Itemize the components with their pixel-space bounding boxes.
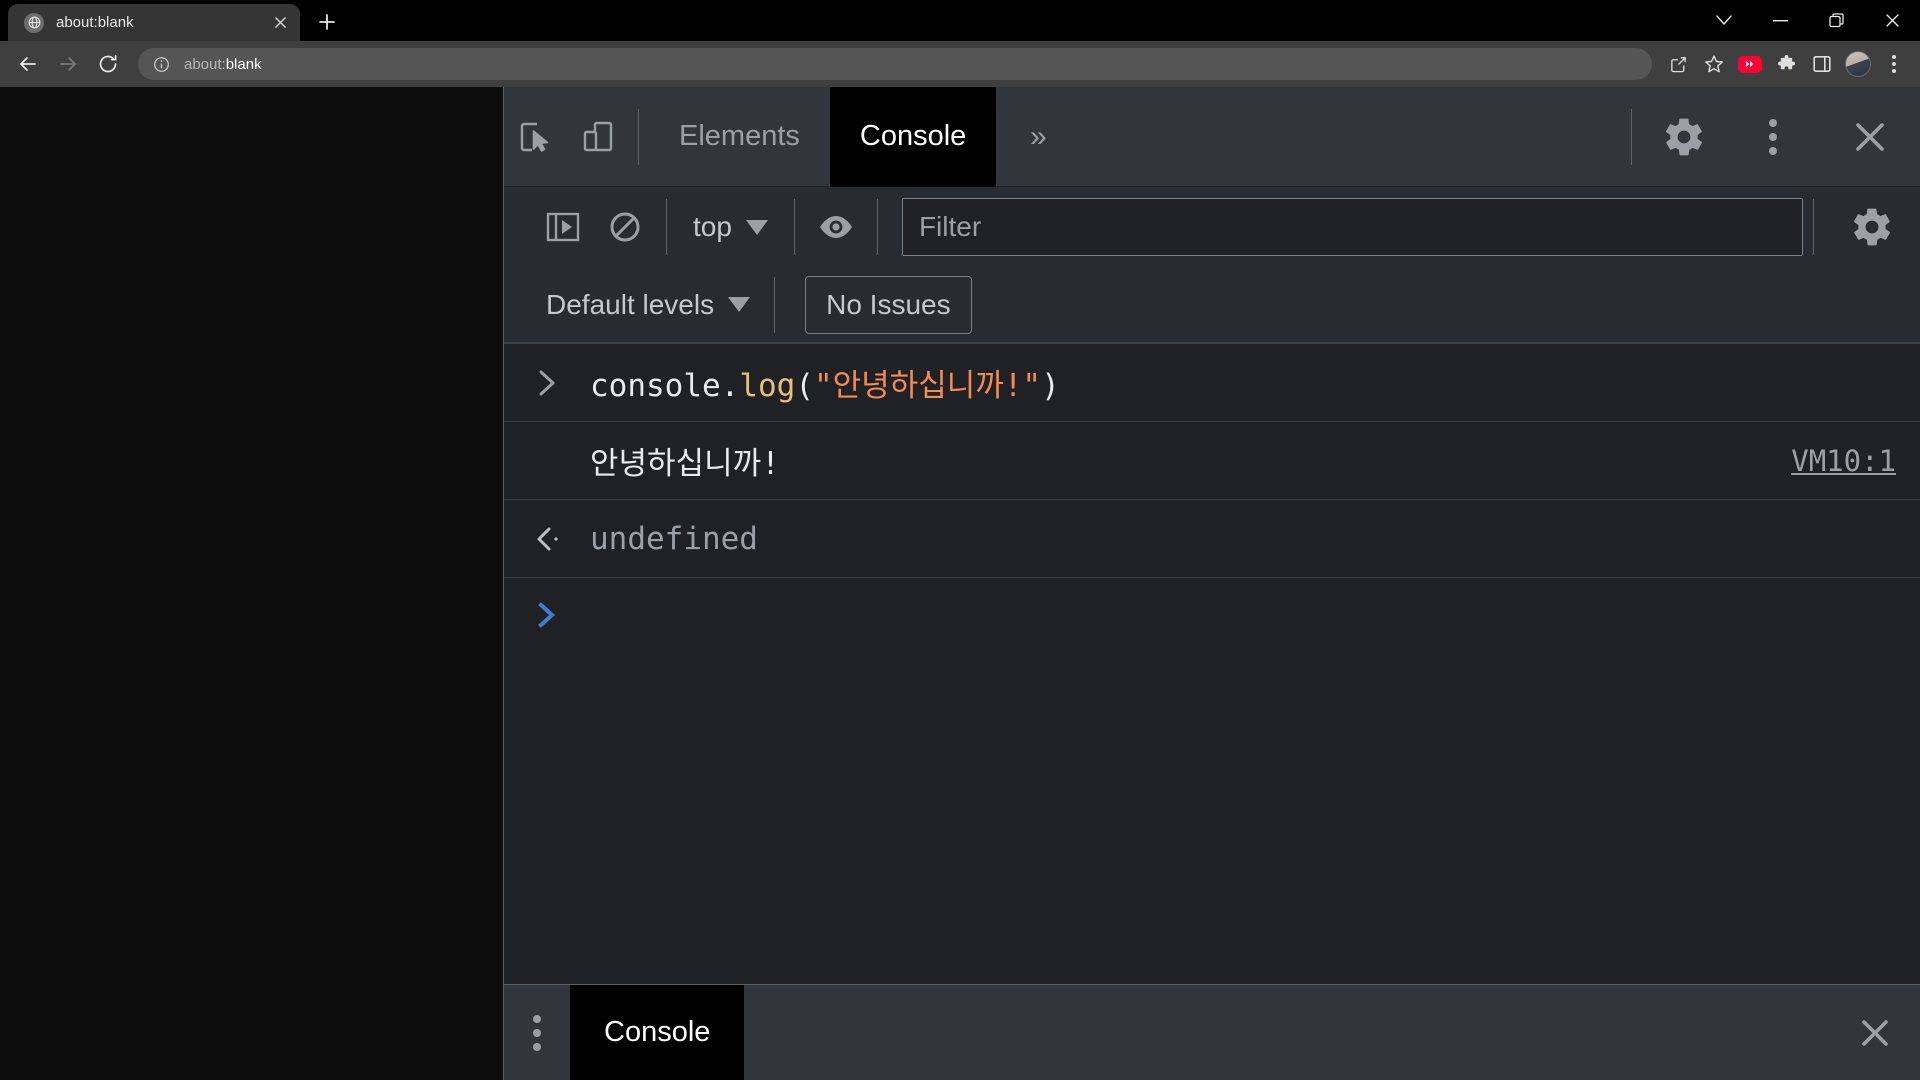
filter-divider-2 <box>793 199 795 255</box>
devtools-panel: Elements Console » top Filter Default le… <box>503 86 1920 1080</box>
globe-icon <box>24 12 44 33</box>
drawer-close-icon[interactable] <box>1830 985 1920 1080</box>
back-arrow-icon[interactable] <box>8 44 48 84</box>
device-toolbar-icon[interactable] <box>566 102 628 172</box>
prompt-chevron-icon <box>534 598 590 632</box>
input-chevron-icon <box>534 366 590 400</box>
browser-window: about:blank about:blank Elements Console… <box>0 0 1920 1080</box>
default-levels-label: Default levels <box>546 288 715 320</box>
drawer-tab-console[interactable]: Console <box>570 984 745 1080</box>
new-tab-button[interactable] <box>310 5 344 39</box>
header-divider-2 <box>1631 108 1632 165</box>
toolbar-actions <box>1660 46 1912 82</box>
execution-context-selector[interactable]: top <box>677 199 784 255</box>
console-sidebar-icon[interactable] <box>532 196 594 258</box>
result-arrow-icon <box>534 522 590 556</box>
console-levels-bar: Default levels No Issues <box>504 267 1920 343</box>
filter-input[interactable]: Filter <box>901 198 1803 256</box>
filter-divider-3 <box>876 199 878 255</box>
url-host: blank <box>225 55 262 73</box>
extensions-puzzle-icon[interactable] <box>1768 46 1804 82</box>
close-devtools-icon[interactable] <box>1820 102 1920 172</box>
address-bar[interactable]: about:blank <box>138 48 1652 80</box>
gear-icon[interactable] <box>1642 102 1726 172</box>
console-input-expression: console.log("안녕하십니까!") <box>590 360 1060 405</box>
token-function: log <box>739 368 796 404</box>
share-icon[interactable] <box>1660 46 1696 82</box>
token-object: console. <box>590 368 740 404</box>
more-panels-icon[interactable]: » <box>996 87 1080 187</box>
header-divider <box>638 108 639 165</box>
devtools-tab-elements[interactable]: Elements <box>649 87 830 187</box>
tab-title: about:blank <box>56 14 134 31</box>
bookmark-star-icon[interactable] <box>1696 46 1732 82</box>
token-close-paren: ) <box>1041 368 1060 404</box>
console-output[interactable]: console.log("안녕하십니까!") 안녕하십니까! VM10:1 un… <box>504 343 1920 984</box>
console-result-value: undefined <box>590 520 758 557</box>
filter-divider-1 <box>666 199 667 255</box>
window-controls <box>1696 0 1920 41</box>
eye-icon[interactable] <box>805 196 867 258</box>
filter-divider-4 <box>1813 199 1814 255</box>
token-open-paren: ( <box>795 368 814 404</box>
chrome-menu-icon[interactable] <box>1876 46 1912 82</box>
profile-avatar[interactable] <box>1840 46 1876 82</box>
forward-arrow-icon[interactable] <box>48 44 88 84</box>
console-result-row[interactable]: undefined <box>504 500 1920 578</box>
close-icon[interactable] <box>268 11 292 35</box>
devtools-drawer: Console <box>504 984 1920 1080</box>
levels-divider <box>774 276 776 333</box>
console-log-message: 안녕하십니까! <box>590 446 780 482</box>
youtube-icon[interactable] <box>1732 46 1768 82</box>
token-string: "안녕하십니까!" <box>813 368 1042 404</box>
inspect-element-icon[interactable] <box>504 102 566 172</box>
chevron-down-icon <box>745 219 768 235</box>
devtools-tab-console[interactable]: Console <box>829 86 997 187</box>
drawer-more-options-icon[interactable] <box>504 985 570 1080</box>
console-prompt[interactable] <box>504 578 1920 652</box>
browser-tab[interactable]: about:blank <box>8 4 300 41</box>
site-info-icon[interactable] <box>150 53 172 75</box>
minimize-icon[interactable] <box>1752 0 1808 41</box>
console-input-row[interactable]: console.log("안녕하십니까!") <box>504 344 1920 422</box>
maximize-icon[interactable] <box>1808 0 1864 41</box>
chevron-down-icon <box>728 297 751 312</box>
clear-console-icon[interactable] <box>594 196 656 258</box>
browser-toolbar: about:blank <box>0 41 1920 87</box>
console-log-row[interactable]: 안녕하십니까! VM10:1 <box>504 422 1920 500</box>
console-settings-gear-icon[interactable] <box>1824 192 1920 262</box>
console-filter-bar: top Filter <box>504 187 1920 267</box>
tab-search-icon[interactable] <box>1696 0 1752 41</box>
window-close-icon[interactable] <box>1864 0 1920 41</box>
devtools-header: Elements Console » <box>504 86 1920 187</box>
console-source-link[interactable]: VM10:1 <box>1791 444 1896 478</box>
reload-icon[interactable] <box>88 44 128 84</box>
side-panel-icon[interactable] <box>1804 46 1840 82</box>
execution-context-label: top <box>693 211 732 242</box>
default-levels-selector[interactable]: Default levels <box>532 277 764 333</box>
address-bar-text: about:blank <box>184 56 262 73</box>
page-viewport[interactable] <box>0 87 503 1080</box>
issues-button[interactable]: No Issues <box>805 275 972 334</box>
more-options-icon[interactable] <box>1726 102 1820 172</box>
tab-strip: about:blank <box>0 0 1920 41</box>
url-scheme: about: <box>184 55 226 73</box>
